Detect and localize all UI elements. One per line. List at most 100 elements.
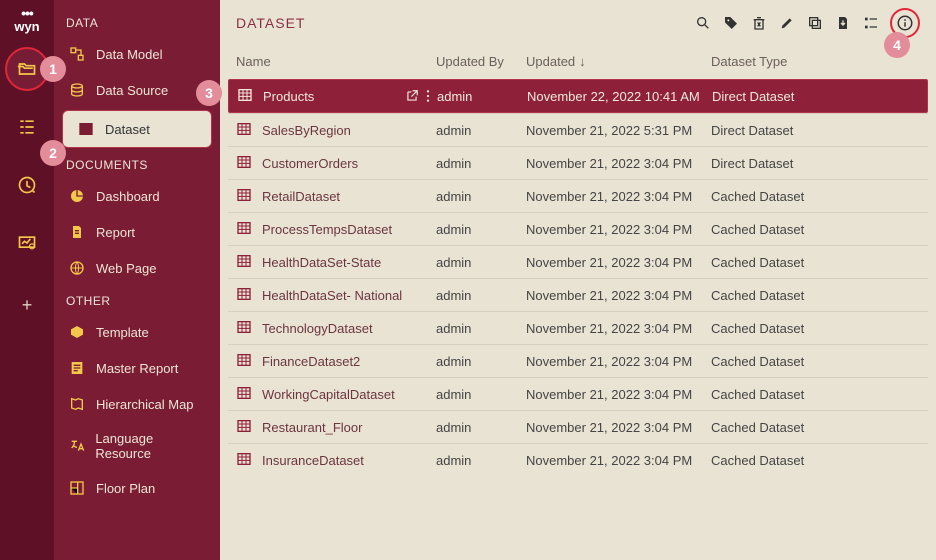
- table-row[interactable]: ProcessTempsDataset admin November 21, 2…: [228, 212, 928, 245]
- dataset-table: Name Updated By Updated ↓ Dataset Type P…: [220, 44, 936, 476]
- row-updated-by: admin: [436, 387, 526, 402]
- dataset-grid-icon: [236, 286, 254, 304]
- row-type: Direct Dataset: [711, 156, 881, 171]
- section-documents: DOCUMENTS: [54, 150, 220, 178]
- sidebar-item-label: Hierarchical Map: [96, 397, 194, 412]
- row-updated-by: admin: [436, 123, 526, 138]
- row-updated: November 21, 2022 3:04 PM: [526, 288, 711, 303]
- row-updated-by: admin: [436, 222, 526, 237]
- dataset-grid-icon: [236, 319, 254, 337]
- sidebar-item-label: Template: [96, 325, 149, 340]
- col-updated[interactable]: Updated ↓: [526, 54, 711, 69]
- copy-icon[interactable]: [806, 14, 824, 32]
- table-row[interactable]: RetailDataset admin November 21, 2022 3:…: [228, 179, 928, 212]
- row-type: Cached Dataset: [711, 453, 881, 468]
- dataset-grid-icon: [236, 121, 254, 139]
- table-header: Name Updated By Updated ↓ Dataset Type: [228, 44, 928, 79]
- properties-icon[interactable]: [862, 14, 880, 32]
- col-dataset-type[interactable]: Dataset Type: [711, 54, 881, 69]
- table-row[interactable]: InsuranceDataset admin November 21, 2022…: [228, 443, 928, 476]
- sidebar-item-dataset[interactable]: Dataset: [62, 110, 212, 148]
- rail-categories-icon[interactable]: [5, 105, 49, 149]
- dataset-grid-icon: [237, 87, 255, 105]
- row-updated-by: admin: [436, 189, 526, 204]
- edit-icon[interactable]: [778, 14, 796, 32]
- row-name: CustomerOrders: [262, 156, 358, 171]
- row-updated-by: admin: [436, 321, 526, 336]
- delete-icon[interactable]: [750, 14, 768, 32]
- sidebar-item-report[interactable]: Report: [54, 214, 220, 250]
- row-updated: November 21, 2022 3:04 PM: [526, 453, 711, 468]
- rail-add-icon[interactable]: +: [5, 283, 49, 327]
- dataset-grid-icon: [236, 154, 254, 172]
- row-type: Cached Dataset: [711, 354, 881, 369]
- callout-3: 3: [196, 80, 222, 106]
- sidebar-item-master-report[interactable]: Master Report: [54, 350, 220, 386]
- row-updated-by: admin: [436, 255, 526, 270]
- sidebar-item-floor-plan[interactable]: Floor Plan: [54, 470, 220, 506]
- section-data: DATA: [54, 8, 220, 36]
- sidebar-item-web-page[interactable]: Web Page: [54, 250, 220, 286]
- sidebar-item-label: Report: [96, 225, 135, 240]
- row-updated: November 22, 2022 10:41 AM: [527, 89, 712, 104]
- callout-2: 2: [40, 140, 66, 166]
- table-row[interactable]: HealthDataSet-State admin November 21, 2…: [228, 245, 928, 278]
- sidebar-item-data-source[interactable]: Data Source: [54, 72, 220, 108]
- sidebar-item-data-model[interactable]: Data Model: [54, 36, 220, 72]
- sidebar-item-dashboard[interactable]: Dashboard: [54, 178, 220, 214]
- sidebar-item-label: Master Report: [96, 361, 178, 376]
- dataset-grid-icon: [236, 385, 254, 403]
- sidebar: DATA Data Model Data Source Dataset DOCU…: [54, 0, 220, 560]
- table-row[interactable]: SalesByRegion admin November 21, 2022 5:…: [228, 113, 928, 146]
- sidebar-item-label: Web Page: [96, 261, 156, 276]
- row-name: FinanceDataset2: [262, 354, 360, 369]
- table-row[interactable]: TechnologyDataset admin November 21, 202…: [228, 311, 928, 344]
- row-updated-by: admin: [436, 453, 526, 468]
- table-row[interactable]: HealthDataSet- National admin November 2…: [228, 278, 928, 311]
- sidebar-item-language-resource[interactable]: Language Resource: [54, 422, 220, 470]
- col-updated-by[interactable]: Updated By: [436, 54, 526, 69]
- rail-schedule-icon[interactable]: [5, 163, 49, 207]
- dataset-grid-icon: [236, 220, 254, 238]
- table-row[interactable]: FinanceDataset2 admin November 21, 2022 …: [228, 344, 928, 377]
- table-row[interactable]: CustomerOrders admin November 21, 2022 3…: [228, 146, 928, 179]
- sidebar-item-label: Data Source: [96, 83, 168, 98]
- hierarchical-map-icon: [68, 395, 86, 413]
- row-updated-by: admin: [436, 288, 526, 303]
- template-icon: [68, 323, 86, 341]
- row-updated-by: admin: [436, 156, 526, 171]
- table-row[interactable]: Products admin November 22, 2022 10:41 A…: [228, 79, 928, 113]
- table-row[interactable]: WorkingCapitalDataset admin November 21,…: [228, 377, 928, 410]
- dataset-grid-icon: [236, 451, 254, 469]
- row-name: TechnologyDataset: [262, 321, 373, 336]
- more-icon[interactable]: [425, 89, 431, 103]
- row-name: HealthDataSet- National: [262, 288, 402, 303]
- row-type: Cached Dataset: [711, 222, 881, 237]
- toolbar-actions: [694, 8, 920, 38]
- search-icon[interactable]: [694, 14, 712, 32]
- sidebar-item-label: Dashboard: [96, 189, 160, 204]
- row-name: InsuranceDataset: [262, 453, 364, 468]
- sidebar-item-label: Dataset: [105, 122, 150, 137]
- master-report-icon: [68, 359, 86, 377]
- row-name: Restaurant_Floor: [262, 420, 362, 435]
- sidebar-item-hierarchical-map[interactable]: Hierarchical Map: [54, 386, 220, 422]
- open-new-icon[interactable]: [405, 89, 419, 103]
- table-row[interactable]: Restaurant_Floor admin November 21, 2022…: [228, 410, 928, 443]
- sidebar-item-template[interactable]: Template: [54, 314, 220, 350]
- dataset-icon: [77, 120, 95, 138]
- page-title: DATASET: [236, 15, 306, 31]
- rail-monitor-icon[interactable]: [5, 221, 49, 265]
- download-icon[interactable]: [834, 14, 852, 32]
- row-type: Cached Dataset: [711, 189, 881, 204]
- row-updated: November 21, 2022 3:04 PM: [526, 189, 711, 204]
- sidebar-item-label: Floor Plan: [96, 481, 155, 496]
- dataset-grid-icon: [236, 187, 254, 205]
- col-name[interactable]: Name: [236, 54, 436, 69]
- tag-icon[interactable]: [722, 14, 740, 32]
- dataset-grid-icon: [236, 418, 254, 436]
- row-name: SalesByRegion: [262, 123, 351, 138]
- row-type: Cached Dataset: [711, 288, 881, 303]
- language-icon: [68, 437, 85, 455]
- report-icon: [68, 223, 86, 241]
